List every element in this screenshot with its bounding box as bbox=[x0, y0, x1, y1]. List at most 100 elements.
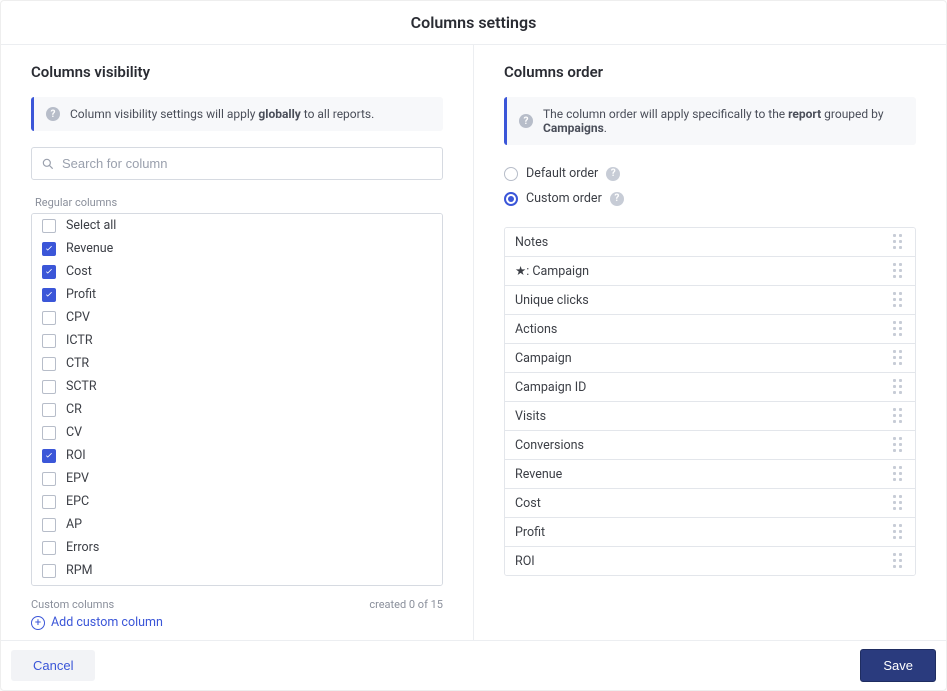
column-label: Profit bbox=[66, 287, 96, 302]
help-icon[interactable]: ? bbox=[610, 192, 624, 206]
help-icon[interactable]: ? bbox=[606, 167, 620, 181]
column-checkbox[interactable] bbox=[42, 265, 56, 279]
order-list: Notes★: CampaignUnique clicksActionsCamp… bbox=[504, 227, 916, 576]
drag-handle-icon[interactable] bbox=[893, 234, 905, 250]
column-checkbox[interactable] bbox=[42, 541, 56, 555]
custom-columns-count: created 0 of 15 bbox=[369, 598, 443, 611]
column-label: CTR bbox=[66, 356, 89, 371]
dialog-title: Columns settings bbox=[1, 1, 946, 45]
column-row[interactable]: Cost bbox=[32, 260, 442, 283]
default-order-radio[interactable] bbox=[504, 167, 518, 181]
order-label: Notes bbox=[515, 235, 548, 250]
order-row[interactable]: Visits bbox=[505, 402, 915, 431]
columns-visibility-pane: Columns visibility ? Column visibility s… bbox=[1, 45, 474, 640]
drag-handle-icon[interactable] bbox=[893, 524, 905, 540]
help-icon[interactable]: ? bbox=[519, 114, 533, 128]
visibility-info-text: Column visibility settings will apply gl… bbox=[70, 107, 374, 121]
column-checkbox[interactable] bbox=[42, 472, 56, 486]
search-input[interactable] bbox=[31, 147, 443, 180]
order-row[interactable]: Campaign ID bbox=[505, 373, 915, 402]
column-row[interactable]: Profit bbox=[32, 283, 442, 306]
help-icon[interactable]: ? bbox=[46, 107, 60, 121]
column-label: ROI bbox=[66, 448, 86, 463]
drag-handle-icon[interactable] bbox=[893, 379, 905, 395]
column-row[interactable]: EPC bbox=[32, 490, 442, 513]
plus-circle-icon: + bbox=[31, 616, 45, 630]
order-label: Profit bbox=[515, 525, 545, 540]
order-row[interactable]: ★: Campaign bbox=[505, 257, 915, 286]
column-row[interactable]: AP bbox=[32, 513, 442, 536]
drag-handle-icon[interactable] bbox=[893, 408, 905, 424]
order-row[interactable]: Cost bbox=[505, 489, 915, 518]
column-row[interactable]: RPM bbox=[32, 559, 442, 582]
column-row[interactable]: CV bbox=[32, 421, 442, 444]
dialog-body: Columns visibility ? Column visibility s… bbox=[1, 45, 946, 640]
column-label: EPV bbox=[66, 471, 89, 486]
column-row[interactable]: ICTR bbox=[32, 329, 442, 352]
column-row[interactable]: EPV bbox=[32, 467, 442, 490]
drag-handle-icon[interactable] bbox=[893, 495, 905, 511]
drag-handle-icon[interactable] bbox=[893, 292, 905, 308]
column-checkbox[interactable] bbox=[42, 380, 56, 394]
select-all-label: Select all bbox=[66, 218, 116, 233]
drag-handle-icon[interactable] bbox=[893, 321, 905, 337]
column-checkbox[interactable] bbox=[42, 334, 56, 348]
order-label: ROI bbox=[515, 554, 535, 569]
column-label: CV bbox=[66, 425, 82, 440]
drag-handle-icon[interactable] bbox=[893, 437, 905, 453]
order-row[interactable]: Notes bbox=[505, 228, 915, 257]
order-row[interactable]: Revenue bbox=[505, 460, 915, 489]
column-row[interactable]: eCPM bbox=[32, 582, 442, 586]
custom-order-radio[interactable] bbox=[504, 192, 518, 206]
order-label: Campaign ID bbox=[515, 380, 586, 395]
column-checkbox[interactable] bbox=[42, 449, 56, 463]
drag-handle-icon[interactable] bbox=[893, 553, 905, 569]
column-row[interactable]: CR bbox=[32, 398, 442, 421]
column-checkbox[interactable] bbox=[42, 518, 56, 532]
column-label: CR bbox=[66, 402, 82, 417]
order-row[interactable]: Profit bbox=[505, 518, 915, 547]
column-checkbox[interactable] bbox=[42, 242, 56, 256]
add-custom-column-button[interactable]: + Add custom column bbox=[31, 615, 443, 630]
select-all-checkbox[interactable] bbox=[42, 219, 56, 233]
column-label: CPV bbox=[66, 310, 90, 325]
order-label: Revenue bbox=[515, 467, 562, 482]
column-row[interactable]: CPV bbox=[32, 306, 442, 329]
column-row[interactable]: Errors bbox=[32, 536, 442, 559]
columns-list[interactable]: Select all RevenueCost Profit CPV ICTR CTR SC… bbox=[31, 213, 443, 586]
column-checkbox[interactable] bbox=[42, 288, 56, 302]
column-checkbox[interactable] bbox=[42, 311, 56, 325]
column-row[interactable]: CTR bbox=[32, 352, 442, 375]
custom-order-option[interactable]: Custom order ? bbox=[504, 186, 916, 211]
cancel-button[interactable]: Cancel bbox=[11, 650, 95, 681]
column-checkbox[interactable] bbox=[42, 403, 56, 417]
column-row[interactable]: SCTR bbox=[32, 375, 442, 398]
order-title: Columns order bbox=[504, 63, 916, 81]
order-row[interactable]: Campaign bbox=[505, 344, 915, 373]
order-row[interactable]: Unique clicks bbox=[505, 286, 915, 315]
default-order-label: Default order bbox=[526, 166, 598, 181]
order-mode-radio-group: Default order ? Custom order ? bbox=[504, 161, 916, 211]
column-checkbox[interactable] bbox=[42, 564, 56, 578]
order-row[interactable]: Conversions bbox=[505, 431, 915, 460]
column-label: EPC bbox=[66, 494, 89, 509]
default-order-option[interactable]: Default order ? bbox=[504, 161, 916, 186]
drag-handle-icon[interactable] bbox=[893, 466, 905, 482]
column-checkbox[interactable] bbox=[42, 357, 56, 371]
column-label: RPM bbox=[66, 563, 93, 578]
column-checkbox[interactable] bbox=[42, 495, 56, 509]
drag-handle-icon[interactable] bbox=[893, 350, 905, 366]
order-label: Visits bbox=[515, 409, 546, 424]
order-label: Unique clicks bbox=[515, 293, 589, 308]
dialog-footer: Cancel Save bbox=[1, 640, 946, 690]
order-row[interactable]: ROI bbox=[505, 547, 915, 575]
column-row[interactable]: ROI bbox=[32, 444, 442, 467]
order-row[interactable]: Actions bbox=[505, 315, 915, 344]
column-row[interactable]: Revenue bbox=[32, 237, 442, 260]
column-label: SCTR bbox=[66, 379, 97, 394]
search-icon bbox=[41, 157, 55, 171]
drag-handle-icon[interactable] bbox=[893, 263, 905, 279]
select-all-row[interactable]: Select all bbox=[32, 214, 442, 237]
save-button[interactable]: Save bbox=[860, 649, 936, 682]
column-checkbox[interactable] bbox=[42, 426, 56, 440]
